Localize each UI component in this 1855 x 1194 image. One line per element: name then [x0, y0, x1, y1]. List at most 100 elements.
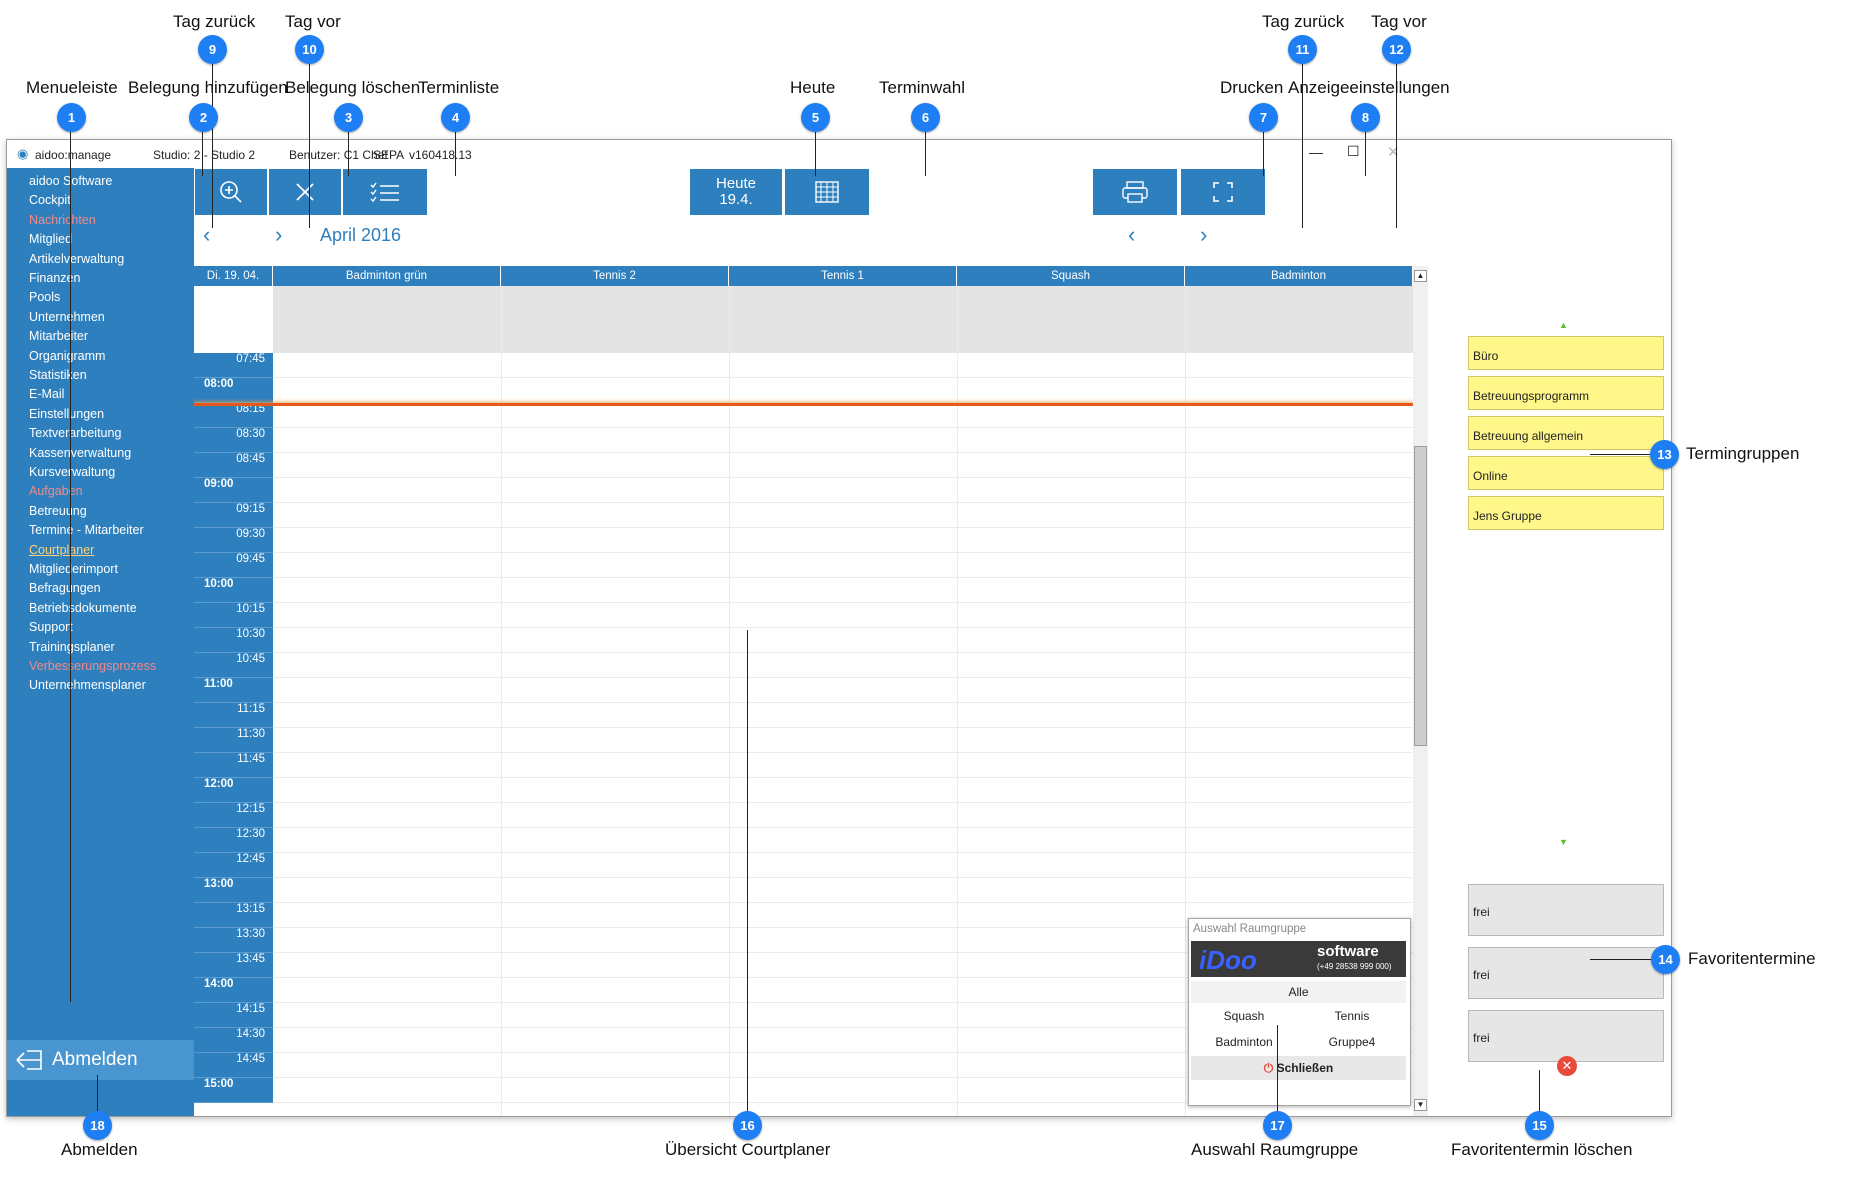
today-date: 19.4.: [719, 191, 753, 208]
time-slot-row[interactable]: [273, 778, 1413, 803]
time-slot-row[interactable]: [273, 503, 1413, 528]
time-slot-row[interactable]: [273, 478, 1413, 503]
appointment-list-button[interactable]: [343, 169, 427, 215]
time-slot-row[interactable]: [273, 753, 1413, 778]
scroll-thumb[interactable]: [1414, 446, 1427, 746]
sidebar-item[interactable]: Courtplaner: [29, 543, 94, 557]
day-back-right-button[interactable]: ‹: [1128, 222, 1135, 248]
sidebar-item[interactable]: Support: [29, 620, 73, 634]
time-slot-row[interactable]: [273, 603, 1413, 628]
today-button[interactable]: Heute 19.4.: [690, 169, 782, 215]
time-slot-row[interactable]: [273, 353, 1413, 378]
day-forward-right-button[interactable]: ›: [1200, 222, 1207, 248]
room-group-badminton-button[interactable]: Badminton: [1191, 1031, 1297, 1053]
close-icon[interactable]: ✕: [1387, 143, 1400, 161]
sidebar-item[interactable]: Verbesserungsprozess: [29, 659, 156, 673]
annotation-label-5: Heute: [790, 78, 836, 97]
sidebar-item[interactable]: Artikelverwaltung: [29, 252, 124, 266]
day-forward-left-button[interactable]: ›: [275, 222, 282, 248]
display-settings-button[interactable]: [1181, 169, 1265, 215]
sidebar-item[interactable]: Textverarbeitung: [29, 426, 121, 440]
scroll-up-icon[interactable]: ▲: [1414, 270, 1427, 282]
favorite-appointment-slot[interactable]: frei: [1468, 1010, 1664, 1062]
annotation-label-13: Termingruppen: [1686, 444, 1800, 463]
delete-booking-button[interactable]: [269, 169, 341, 215]
time-slot-row[interactable]: [273, 703, 1413, 728]
sidebar-item[interactable]: Kursverwaltung: [29, 465, 115, 479]
time-slot-label: 15:00: [194, 1078, 273, 1103]
favorite-appointment-slot[interactable]: frei: [1468, 884, 1664, 936]
fullscreen-icon: [1213, 182, 1233, 202]
annotation-badge-12: 12: [1382, 35, 1411, 64]
time-slot-row[interactable]: [273, 803, 1413, 828]
room-group-gruppe4-button[interactable]: Gruppe4: [1299, 1031, 1405, 1053]
sidebar-item[interactable]: Unternehmen: [29, 310, 105, 324]
sidebar-item[interactable]: Mitgliederimport: [29, 562, 118, 576]
sidebar-item[interactable]: Betriebsdokumente: [29, 601, 137, 615]
appointment-group-button[interactable]: Betreuungsprogramm: [1468, 376, 1664, 410]
sidebar-item[interactable]: Statistiken: [29, 368, 87, 382]
room-group-squash-button[interactable]: Squash: [1191, 1005, 1297, 1027]
day-back-left-button[interactable]: ‹: [203, 222, 210, 248]
time-slot-row[interactable]: [273, 853, 1413, 878]
favorite-appointment-slot[interactable]: frei: [1468, 947, 1664, 999]
sidebar-item[interactable]: Kassenverwaltung: [29, 446, 131, 460]
annotation-badge-1: 1: [57, 103, 86, 132]
time-slot-row[interactable]: [273, 403, 1413, 428]
sidebar-item[interactable]: Organigramm: [29, 349, 105, 363]
sidebar-item[interactable]: Trainingsplaner: [29, 640, 115, 654]
sidebar-item[interactable]: E-Mail: [29, 387, 64, 401]
annotation-label-17: Auswahl Raumgruppe: [1191, 1140, 1359, 1159]
annotation-line: [1365, 132, 1366, 176]
sidebar-item[interactable]: Termine - Mitarbeiter: [29, 523, 144, 537]
appointment-group-button[interactable]: Büro: [1468, 336, 1664, 370]
annotation-label-7: Drucken: [1220, 78, 1284, 97]
room-group-popup: Auswahl Raumgruppe iDoo software (+49 28…: [1188, 918, 1411, 1106]
sidebar-item[interactable]: Einstellungen: [29, 407, 104, 421]
sidebar-item[interactable]: Pools: [29, 290, 60, 304]
room-group-close-button[interactable]: ⏻ Schließen: [1191, 1056, 1406, 1080]
sidebar-item[interactable]: Mitarbeiter: [29, 329, 88, 343]
time-slot-row[interactable]: [273, 728, 1413, 753]
time-slot-label: 08:30: [194, 428, 273, 453]
sidebar-item[interactable]: Betreuung: [29, 504, 87, 518]
appointment-group-button[interactable]: Online: [1468, 456, 1664, 490]
minimize-icon[interactable]: —: [1309, 144, 1323, 160]
room-group-tennis-button[interactable]: Tennis: [1299, 1005, 1405, 1027]
sidebar-item[interactable]: Befragungen: [29, 581, 101, 595]
sidebar-item[interactable]: Mitglied: [29, 232, 72, 246]
vertical-scrollbar[interactable]: ▲ ▼: [1413, 266, 1428, 1116]
zoom-in-icon: [220, 181, 242, 203]
time-slot-row[interactable]: [273, 628, 1413, 653]
time-slot-row[interactable]: [273, 678, 1413, 703]
date-picker-button[interactable]: [785, 169, 869, 215]
time-slot-row[interactable]: [273, 653, 1413, 678]
time-slot-row[interactable]: [273, 578, 1413, 603]
logout-button[interactable]: Abmelden: [7, 1040, 194, 1080]
appointment-group-button[interactable]: Betreuung allgemein: [1468, 416, 1664, 450]
time-slot-row[interactable]: [273, 528, 1413, 553]
add-booking-button[interactable]: [195, 169, 267, 215]
delete-favorite-icon[interactable]: ✕: [1557, 1056, 1577, 1076]
time-slot-row[interactable]: [273, 878, 1413, 903]
time-slot-row[interactable]: [273, 553, 1413, 578]
groups-scroll-down-icon[interactable]: ▼: [1559, 837, 1568, 847]
time-slot-row[interactable]: [273, 428, 1413, 453]
scroll-down-icon[interactable]: ▼: [1414, 1099, 1427, 1111]
sidebar-item[interactable]: Finanzen: [29, 271, 80, 285]
groups-scroll-up-icon[interactable]: ▲: [1559, 320, 1568, 330]
sidebar-item[interactable]: Cockpit: [29, 193, 71, 207]
time-slot-row[interactable]: [273, 378, 1413, 403]
time-slot-row[interactable]: [273, 453, 1413, 478]
room-group-all-button[interactable]: Alle: [1191, 981, 1406, 1003]
sidebar-item[interactable]: Unternehmensplaner: [29, 678, 146, 692]
sidebar-item[interactable]: Aufgaben: [29, 484, 83, 498]
appointment-group-button[interactable]: Jens Gruppe: [1468, 496, 1664, 530]
print-button[interactable]: [1093, 169, 1177, 215]
sidebar-item[interactable]: Nachrichten: [29, 213, 96, 227]
time-slot-row[interactable]: [273, 828, 1413, 853]
logout-label: Abmelden: [52, 1049, 138, 1070]
maximize-icon[interactable]: ☐: [1347, 143, 1360, 160]
all-day-area[interactable]: [273, 286, 1413, 353]
time-slot-label: 10:45: [194, 653, 273, 678]
